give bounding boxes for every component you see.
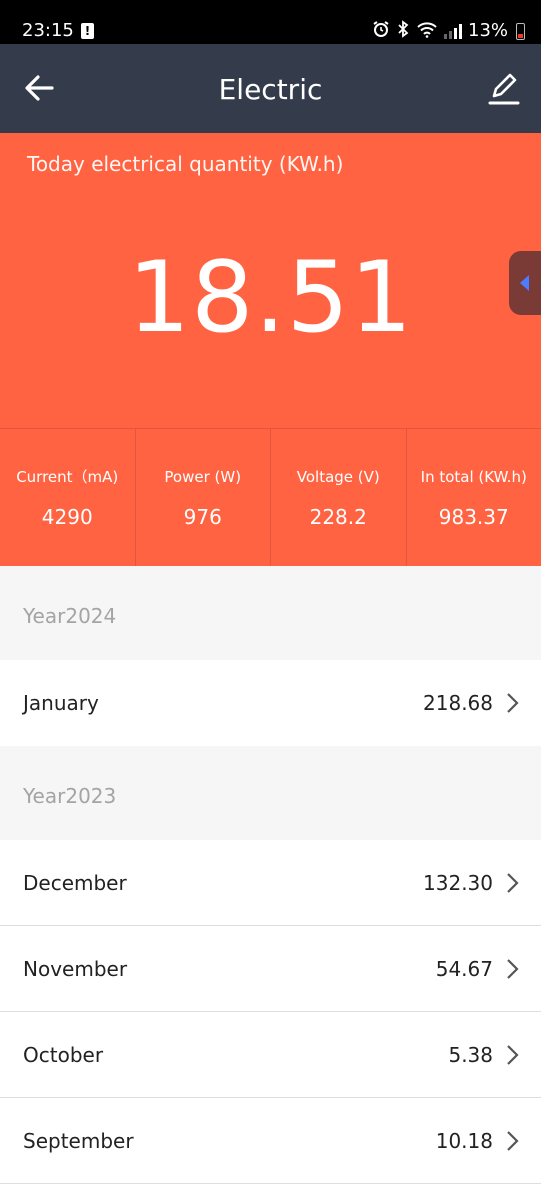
stat-value: 228.2 <box>309 505 367 529</box>
stat-label: Power (W) <box>164 468 242 486</box>
monthly-list: Year2024 January 218.68 Year2023 Decembe… <box>0 566 541 1184</box>
edit-button[interactable] <box>484 68 524 108</box>
edit-pencil-icon <box>488 73 520 105</box>
month-label: November <box>23 957 128 981</box>
chevron-right-icon <box>507 1131 519 1151</box>
today-energy-panel: Today electrical quantity (KW.h) 18.51 <box>0 133 541 428</box>
month-row-december[interactable]: December 132.30 <box>0 840 541 926</box>
stat-value: 976 <box>183 505 222 529</box>
battery-percent: 13% <box>468 20 509 41</box>
chevron-right-icon <box>507 873 519 893</box>
month-row-september[interactable]: September 10.18 <box>0 1098 541 1184</box>
month-row-january[interactable]: January 218.68 <box>0 660 541 746</box>
month-label: September <box>23 1129 134 1153</box>
stat-value: 983.37 <box>438 505 509 529</box>
app-bar: Electric <box>0 44 541 133</box>
chevron-right-icon <box>507 693 519 713</box>
page-title: Electric <box>218 73 323 106</box>
bluetooth-icon <box>396 20 410 42</box>
year-header: Year2023 <box>0 746 541 840</box>
status-icons: 13% <box>372 20 526 42</box>
wifi-icon <box>416 20 438 42</box>
stat-label: Current（mA) <box>16 468 119 486</box>
month-value: 5.38 <box>448 1043 493 1067</box>
month-value: 54.67 <box>435 957 493 981</box>
year-label: Year2023 <box>23 784 117 808</box>
side-drawer-tab[interactable] <box>509 251 541 315</box>
month-value: 218.68 <box>423 691 493 715</box>
stat-label: Voltage (V) <box>296 468 380 486</box>
status-bar: 23:15 ! 13% <box>0 0 541 44</box>
stat-power: Power (W) 976 <box>134 429 271 566</box>
battery-icon <box>516 22 526 40</box>
status-time: 23:15 <box>22 20 74 41</box>
today-energy-label: Today electrical quantity (KW.h) <box>27 152 344 176</box>
stat-value: 4290 <box>41 505 93 529</box>
month-label: October <box>23 1043 104 1067</box>
year-label: Year2024 <box>23 604 117 628</box>
stat-total: In total (KW.h) 983.37 <box>405 429 541 566</box>
chevron-right-icon <box>507 1045 519 1065</box>
year-header: Year2024 <box>0 566 541 660</box>
month-value: 10.18 <box>435 1129 493 1153</box>
month-row-october[interactable]: October 5.38 <box>0 1012 541 1098</box>
month-value: 132.30 <box>423 871 493 895</box>
stat-voltage: Voltage (V) 228.2 <box>270 429 406 566</box>
alarm-icon <box>372 20 390 42</box>
today-energy-value: 18.51 <box>127 241 414 355</box>
chevron-right-icon <box>507 959 519 979</box>
month-row-november[interactable]: November 54.67 <box>0 926 541 1012</box>
stat-label: In total (KW.h) <box>420 468 527 486</box>
stats-row: Current（mA) 4290 Power (W) 976 Voltage (… <box>0 428 541 566</box>
alert-icon: ! <box>81 23 94 39</box>
triangle-left-icon <box>520 275 529 291</box>
signal-icon <box>444 23 462 39</box>
month-label: December <box>23 871 127 895</box>
stat-current: Current（mA) 4290 <box>0 429 135 566</box>
month-label: January <box>23 691 99 715</box>
